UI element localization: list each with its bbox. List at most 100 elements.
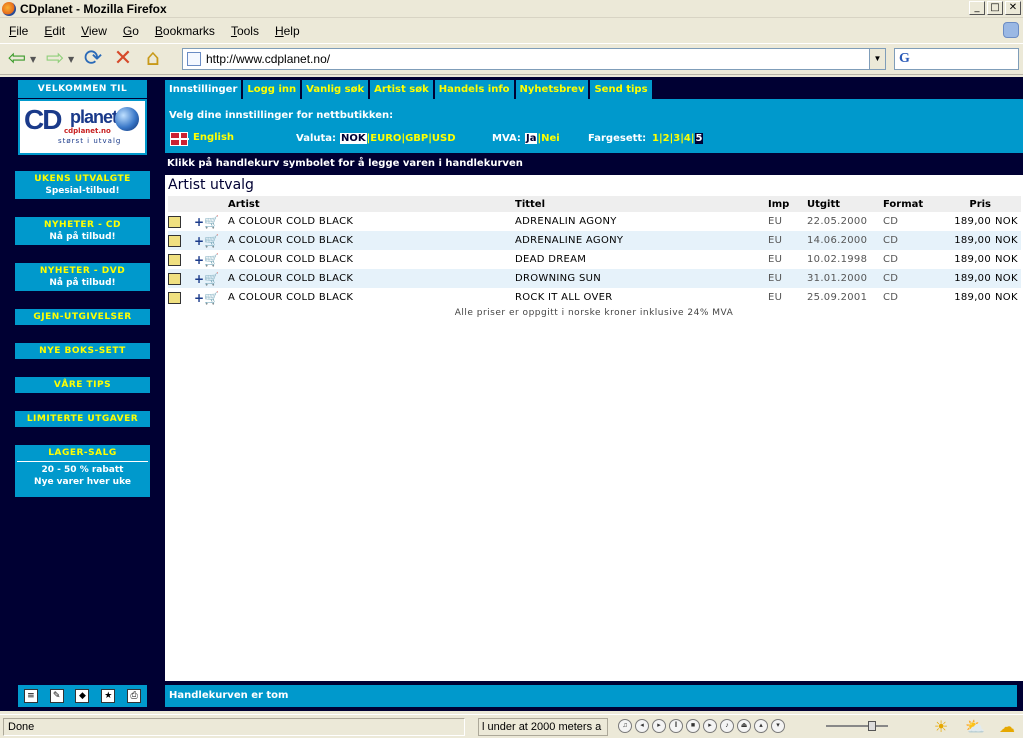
media-note-icon[interactable]: ♫ [618, 719, 632, 733]
sidebar-item-nyheter-dvd[interactable]: NYHETER - DVD Nå på tilbud! [15, 263, 150, 291]
title-cell[interactable]: ROCK IT ALL OVER [515, 288, 768, 307]
notepad-icon[interactable]: ✎ [49, 689, 64, 703]
close-button[interactable]: ✕ [1005, 1, 1021, 15]
star-icon[interactable]: ★ [101, 689, 116, 703]
add-to-cart-icon[interactable]: +🛒 [194, 288, 228, 307]
down-icon[interactable]: ▾ [771, 719, 785, 733]
sidebar-item-vare-tips[interactable]: VÅRE TIPS [15, 377, 150, 393]
volume-slider[interactable] [812, 721, 892, 731]
info-icon[interactable] [168, 288, 194, 307]
forward-history-dropdown-icon[interactable]: ▼ [68, 55, 76, 64]
add-to-cart-icon[interactable]: +🛒 [194, 231, 228, 250]
add-to-cart-icon[interactable]: +🛒 [194, 269, 228, 288]
fargesett-2[interactable]: 2 [663, 133, 670, 144]
col-format[interactable]: Format [883, 196, 939, 212]
cart-hint: Klikk på handlekurv symbolet for å legge… [165, 153, 1023, 175]
printer-icon[interactable]: ⎙ [127, 689, 142, 703]
fargesett-3[interactable]: 3 [673, 133, 680, 144]
artist-cell[interactable]: A COLOUR COLD BLACK [228, 231, 515, 250]
currency-gbp[interactable]: GBP [405, 133, 428, 144]
sidebar-item-gjen-utgivelser[interactable]: GJEN-UTGIVELSER [15, 309, 150, 325]
sidebar-item-nyheter-cd[interactable]: NYHETER - CD Nå på tilbud! [15, 217, 150, 245]
menu-help[interactable]: Help [266, 24, 307, 38]
sidebar-item-limiterte-utgaver[interactable]: LIMITERTE UTGAVER [15, 411, 150, 427]
tab-send-tips[interactable]: Send tips [590, 80, 652, 99]
artist-cell[interactable]: A COLOUR COLD BLACK [228, 250, 515, 269]
mva-ja[interactable]: Ja [525, 133, 538, 144]
maximize-button[interactable]: □ [987, 1, 1003, 15]
artist-cell[interactable]: A COLOUR COLD BLACK [228, 212, 515, 231]
next-icon[interactable]: ▸ [703, 719, 717, 733]
minimize-button[interactable]: _ [969, 1, 985, 15]
address-dropdown-icon[interactable]: ▼ [869, 49, 885, 69]
col-tittel[interactable]: Tittel [515, 196, 768, 212]
fargesett-5[interactable]: 5 [694, 133, 704, 144]
currency-usd[interactable]: USD [432, 133, 456, 144]
home-icon[interactable]: ⌂ [140, 46, 166, 72]
sidebar-item-lager-salg[interactable]: LAGER-SALG 20 - 50 % rabatt Nye varer hv… [15, 445, 150, 497]
menu-view[interactable]: View [72, 24, 114, 38]
tag-icon[interactable]: ◆ [75, 689, 90, 703]
currency-nok[interactable]: NOK [340, 133, 367, 144]
menu-edit[interactable]: Edit [35, 24, 72, 38]
title-cell[interactable]: DEAD DREAM [515, 250, 768, 269]
info-icon[interactable] [168, 231, 194, 250]
play-icon[interactable]: ▸ [652, 719, 666, 733]
artist-cell[interactable]: A COLOUR COLD BLACK [228, 269, 515, 288]
currency-euro[interactable]: EURO [370, 133, 401, 144]
add-to-cart-icon[interactable]: +🛒 [194, 212, 228, 231]
reload-icon[interactable]: ⟳ [80, 46, 106, 72]
back-history-dropdown-icon[interactable]: ▼ [30, 55, 38, 64]
cdplanet-logo[interactable]: CD planet cdplanet.no størst i utvalg [18, 99, 147, 155]
tab-innstillinger[interactable]: Innstillinger [165, 80, 242, 99]
menu-tools[interactable]: Tools [222, 24, 266, 38]
menu-bookmarks[interactable]: Bookmarks [146, 24, 222, 38]
previous-icon[interactable]: ◂ [635, 719, 649, 733]
add-to-cart-icon[interactable]: +🛒 [194, 250, 228, 269]
col-artist[interactable]: Artist [228, 196, 515, 212]
tab-handels-info[interactable]: Handels info [434, 80, 514, 99]
weather-sun-icon[interactable]: ☀ [930, 717, 952, 737]
col-pris[interactable]: Pris [939, 196, 995, 212]
up-icon[interactable]: ▴ [754, 719, 768, 733]
volume-knob[interactable] [868, 721, 876, 731]
title-cell[interactable]: ADRENALINE AGONY [515, 231, 768, 250]
stop-icon[interactable]: ✕ [110, 46, 136, 72]
tab-logg-inn[interactable]: Logg inn [243, 80, 301, 99]
fargesett-1[interactable]: 1 [652, 133, 659, 144]
forward-arrow-icon[interactable]: ⇨ [42, 46, 68, 72]
language-english-link[interactable]: English [193, 132, 234, 143]
currency-cell: NOK [995, 216, 1018, 227]
info-icon[interactable] [168, 212, 194, 231]
weather-partly-cloudy-icon[interactable]: ⛅ [964, 717, 986, 737]
google-search-icon[interactable]: G [899, 51, 910, 67]
address-url[interactable]: http://www.cdplanet.no/ [206, 52, 330, 66]
eject-icon[interactable]: ⏏ [737, 719, 751, 733]
stop-media-icon[interactable]: ■ [686, 719, 700, 733]
tab-vanlig-sok[interactable]: Vanlig søk [302, 80, 369, 99]
weather-cloudy-icon[interactable]: ☁ [996, 717, 1018, 737]
back-arrow-icon[interactable]: ⇦ [4, 46, 30, 72]
playlist-icon[interactable]: ♪ [720, 719, 734, 733]
shopping-cart-status[interactable]: Handlekurven er tom [165, 685, 1017, 707]
tab-nyhetsbrev[interactable]: Nyhetsbrev [515, 80, 589, 99]
menu-go[interactable]: Go [114, 24, 146, 38]
title-cell[interactable]: ADRENALIN AGONY [515, 212, 768, 231]
title-cell[interactable]: DROWNING SUN [515, 269, 768, 288]
sidebar-item-ukens-utvalgte[interactable]: UKENS UTVALGTE Spesial-tilbud! [15, 171, 150, 199]
pause-icon[interactable]: ‖ [669, 719, 683, 733]
address-bar[interactable]: http://www.cdplanet.no/ ▼ [182, 48, 886, 70]
info-icon[interactable] [168, 250, 194, 269]
document-icon[interactable]: ≡ [23, 689, 38, 703]
col-utgitt[interactable]: Utgitt [807, 196, 883, 212]
fargesett-4[interactable]: 4 [684, 133, 691, 144]
mva-nei[interactable]: Nei [541, 133, 560, 144]
search-box[interactable]: G [894, 48, 1019, 70]
info-icon[interactable] [168, 269, 194, 288]
uk-flag-icon[interactable] [170, 132, 189, 146]
artist-cell[interactable]: A COLOUR COLD BLACK [228, 288, 515, 307]
col-imp[interactable]: Imp [768, 196, 807, 212]
menu-file[interactable]: File [0, 24, 35, 38]
tab-artist-sok[interactable]: Artist søk [370, 80, 433, 99]
sidebar-item-nye-boks-sett[interactable]: NYE BOKS-SETT [15, 343, 150, 359]
